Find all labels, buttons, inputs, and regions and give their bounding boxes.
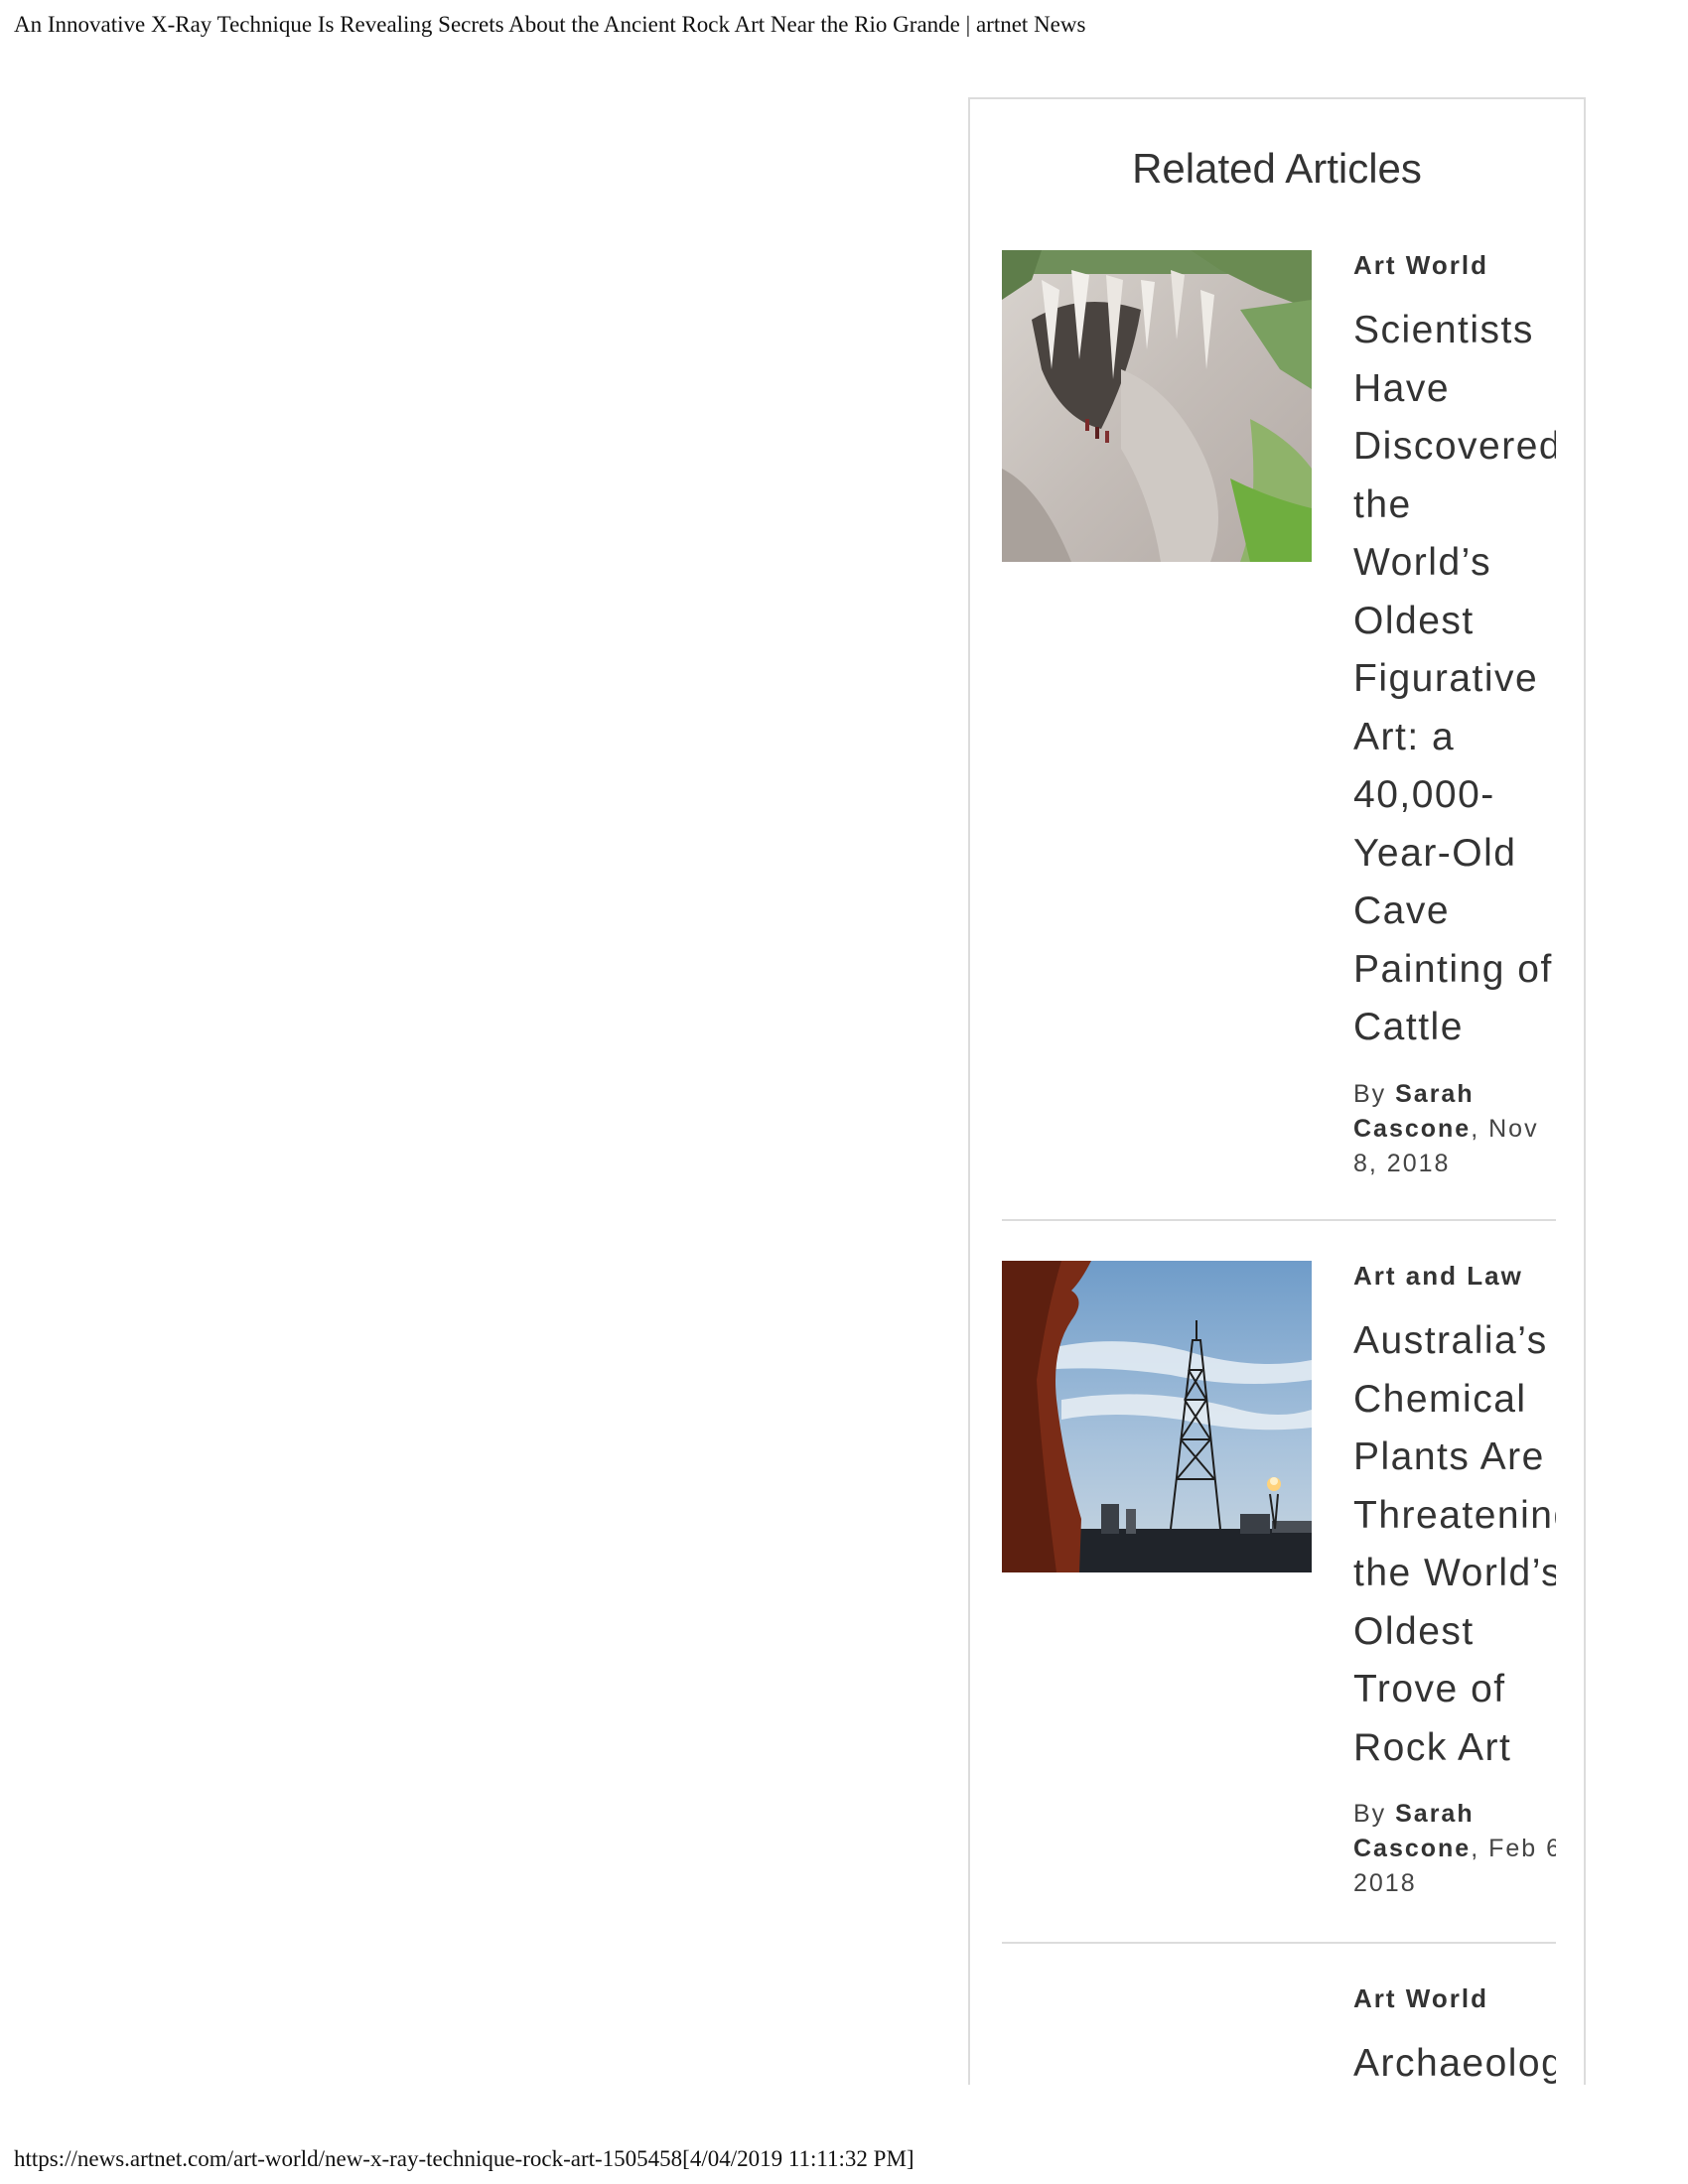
article-1-category[interactable]: Art World: [1353, 250, 1556, 280]
article-2-thumbnail-image[interactable]: [1002, 1261, 1312, 1572]
article-2-text: Art and Law Australia’s Chemical Plants …: [1353, 1261, 1556, 1901]
article-date-continued: 8, 2018: [1353, 1149, 1451, 1177]
article-1-thumbnail-image[interactable]: [1002, 250, 1312, 562]
article-1-headline[interactable]: Scientists Have Discovered the World’s O…: [1353, 302, 1556, 1057]
article-1-text: Art World Scientists Have Discovered the…: [1353, 250, 1556, 1181]
related-articles-heading: Related Articles: [1132, 145, 1422, 192]
headline-line: Discovered: [1353, 425, 1556, 468]
headline-line: Rock Art: [1353, 1725, 1512, 1769]
headline-line: Plants Are: [1353, 1435, 1545, 1478]
headline-line: Art: a: [1353, 715, 1456, 758]
headline-line: Painting of: [1353, 947, 1553, 991]
headline-line: Chemical: [1353, 1377, 1527, 1421]
article-2-category[interactable]: Art and Law: [1353, 1261, 1556, 1291]
article-date-continued: 2018: [1353, 1869, 1417, 1897]
headline-line: Cattle: [1353, 1006, 1464, 1048]
article-date: , Nov: [1471, 1114, 1539, 1143]
author-first-name[interactable]: Sarah: [1395, 1080, 1474, 1108]
article-3-category[interactable]: Art World: [1353, 1983, 1556, 2013]
headline-line: Trove of: [1353, 1668, 1506, 1710]
article-divider: [1002, 1942, 1556, 1944]
article-3-text: Art World Archaeologists: [1353, 1983, 1556, 2085]
headline-line: Australia’s: [1353, 1319, 1548, 1362]
article-divider: [1002, 1219, 1556, 1221]
byline-prefix: By: [1353, 1079, 1396, 1108]
headline-line: Year-Old: [1353, 831, 1517, 875]
article-1-byline: By Sarah Cascone, Nov 8, 2018: [1353, 1077, 1556, 1181]
byline-prefix: By: [1353, 1800, 1396, 1828]
author-first-name[interactable]: Sarah: [1395, 1800, 1474, 1828]
headline-line: Oldest: [1353, 599, 1475, 642]
author-last-name[interactable]: Cascone: [1353, 1835, 1471, 1862]
article-2-headline[interactable]: Australia’s Chemical Plants Are Threaten…: [1353, 1312, 1556, 1777]
chemical-plant-tower-photo: [1002, 1261, 1312, 1572]
headline-line: Oldest: [1353, 1609, 1475, 1653]
article-date: , Feb 6,: [1471, 1835, 1556, 1862]
cave-cliff-photo: [1002, 250, 1312, 562]
headline-line: Cave: [1353, 889, 1451, 932]
related-articles-panel: Related Articles Art World Scientists Ha…: [968, 97, 1586, 2085]
headline-line: Have: [1353, 366, 1451, 410]
headline-line: 40,000-: [1353, 773, 1495, 816]
headline-line: the World’s: [1353, 1552, 1556, 1594]
headline-line: Figurative: [1353, 657, 1539, 700]
headline-line: Archaeologists: [1353, 2042, 1556, 2085]
headline-line: Scientists: [1353, 309, 1534, 351]
article-3-headline[interactable]: Archaeologists: [1353, 2035, 1556, 2085]
print-footer-url: https://news.artnet.com/art-world/new-x-…: [14, 2146, 914, 2171]
headline-line: the: [1353, 482, 1412, 526]
headline-line: World’s: [1353, 541, 1492, 584]
headline-line: Threatening: [1353, 1493, 1556, 1537]
article-2-byline: By Sarah Cascone, Feb 6, 2018: [1353, 1797, 1556, 1901]
author-last-name[interactable]: Cascone: [1353, 1115, 1471, 1143]
print-header-page-title: An Innovative X-Ray Technique Is Reveali…: [14, 12, 1086, 37]
